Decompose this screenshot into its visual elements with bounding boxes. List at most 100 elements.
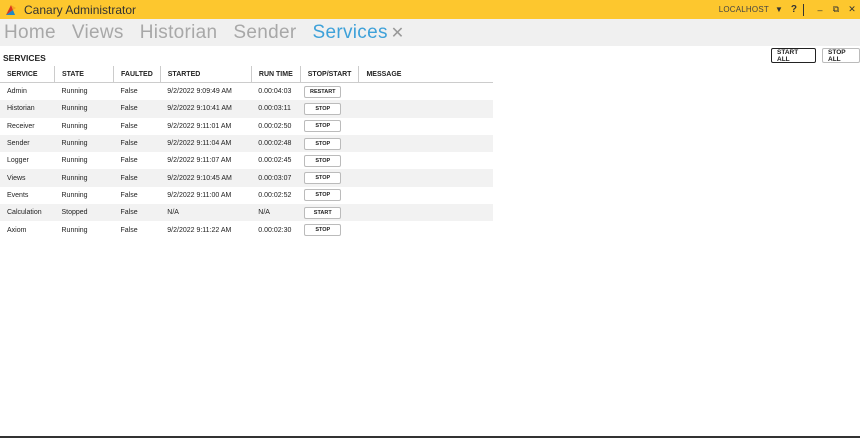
restore-button[interactable]: ⧉ [828,0,844,19]
start-button[interactable]: START [304,206,342,219]
cell-action: STOP [300,152,359,169]
server-selector[interactable]: LOCALHOST [719,5,769,14]
cell-action: STOP [300,187,359,204]
cell-service: Receiver [7,122,35,130]
cell-faulted: False [120,191,138,199]
table-row: Views Running False 9/2/2022 9:10:45 AM … [0,169,494,187]
table-row: Sender Running False 9/2/2022 9:11:04 AM… [0,134,494,153]
stop-all-button[interactable]: STOP ALL [822,48,860,63]
cell-state: Running [61,122,88,130]
restart-button[interactable]: RESTART [304,85,342,98]
tab-historian[interactable]: Historian [140,22,218,44]
cell-run-time: 0.00:02:45 [258,157,292,165]
cell-faulted: False [120,226,138,234]
close-window-button[interactable]: ✕ [844,0,860,19]
cell-run-time: 0.00:02:30 [258,226,292,234]
column-header-stop-start[interactable]: STOP/START [300,66,360,83]
cell-started: 9/2/2022 9:11:00 AM [167,191,232,199]
cell-state: Stopped [54,204,114,222]
column-header-state[interactable]: STATE [54,66,114,83]
cell-faulted: False [120,157,138,165]
cell-run-time: 0.00:03:11 [251,100,301,118]
cell-state: Running [61,226,88,234]
cell-action: STOP [300,134,359,153]
cell-state: Running [54,100,114,118]
column-header-faulted[interactable]: FAULTED [113,66,161,83]
main-nav: Home Views Historian Sender Services ✕ [0,19,860,46]
cell-started: 9/2/2022 9:11:04 AM [160,134,252,153]
start-all-button[interactable]: START ALL [771,48,816,63]
tab-sender[interactable]: Sender [233,22,296,44]
stop-button[interactable]: STOP [304,224,342,237]
tab-services[interactable]: Services [312,22,387,44]
cell-run-time: 0.00:02:48 [251,134,301,153]
column-header-run-time[interactable]: RUN TIME [251,66,301,83]
cell-state: Running [61,157,88,165]
stop-button[interactable]: STOP [304,189,342,202]
cell-faulted: False [113,169,161,187]
stop-button[interactable]: STOP [304,120,342,133]
cell-service: Admin [7,88,27,96]
column-header-started[interactable]: STARTED [160,66,252,83]
cell-run-time: N/A [251,204,301,222]
table-header-row: SERVICE STATE FAULTED STARTED RUN TIME S… [0,66,494,83]
cell-started: 9/2/2022 9:11:01 AM [167,122,232,130]
cell-action: START [300,204,359,222]
table-row: Receiver Running False 9/2/2022 9:11:01 … [0,118,493,135]
app-title: Canary Administrator [24,2,137,17]
cell-message [358,169,494,187]
cell-message [359,221,494,238]
table-row: Admin Running False 9/2/2022 9:09:49 AM … [0,83,493,101]
cell-started: 9/2/2022 9:10:45 AM [160,169,252,187]
close-tab-icon[interactable]: ✕ [391,23,404,43]
cell-service: Historian [0,100,55,118]
cell-faulted: False [120,88,138,96]
cell-action: STOP [300,221,359,238]
cell-service: Events [7,191,29,199]
cell-run-time: 0.00:02:52 [258,191,292,199]
section-title: SERVICES [3,53,46,63]
cell-state: Running [61,191,88,199]
cell-message [358,100,494,118]
cell-started: 9/2/2022 9:11:07 AM [167,157,232,165]
cell-run-time: 0.00:04:03 [258,88,292,96]
cell-state: Running [61,88,88,96]
server-dropdown-icon[interactable]: ▼ [775,5,783,14]
cell-action: RESTART [300,83,359,101]
cell-action: STOP [300,100,359,118]
cell-message [358,134,494,153]
cell-message [359,152,494,169]
tab-views[interactable]: Views [72,22,124,44]
table-row: Axiom Running False 9/2/2022 9:11:22 AM … [0,221,493,238]
help-button[interactable]: ? [791,4,797,15]
cell-faulted: False [113,134,161,153]
tab-home[interactable]: Home [4,22,56,44]
cell-service: Views [0,169,55,187]
cell-action: STOP [300,169,359,187]
cell-run-time: 0.00:02:50 [258,122,292,130]
cell-faulted: False [120,122,138,130]
cell-faulted: False [113,204,161,222]
column-header-service[interactable]: SERVICE [0,66,55,83]
cell-run-time: 0.00:03:07 [251,169,301,187]
cell-message [358,204,494,222]
table-row: Calculation Stopped False N/A N/A START [0,204,494,222]
cell-service: Calculation [0,204,55,222]
cell-action: STOP [300,118,359,135]
stop-button[interactable]: STOP [304,154,342,167]
cell-faulted: False [113,100,161,118]
cell-service: Sender [0,134,55,153]
stop-button[interactable]: STOP [304,102,342,115]
canary-logo-icon [4,3,18,17]
stop-button[interactable]: STOP [304,137,342,150]
cell-started: 9/2/2022 9:11:22 AM [167,226,232,234]
cell-started: 9/2/2022 9:10:41 AM [160,100,252,118]
cell-message [359,83,494,101]
table-row: Historian Running False 9/2/2022 9:10:41… [0,100,494,118]
table-row: Events Running False 9/2/2022 9:11:00 AM… [0,187,493,204]
services-table: SERVICE STATE FAULTED STARTED RUN TIME S… [0,66,494,239]
cell-started: 9/2/2022 9:09:49 AM [167,88,232,96]
stop-button[interactable]: STOP [304,172,342,185]
column-header-message[interactable]: MESSAGE [358,66,494,83]
minimize-button[interactable]: – [812,0,828,19]
